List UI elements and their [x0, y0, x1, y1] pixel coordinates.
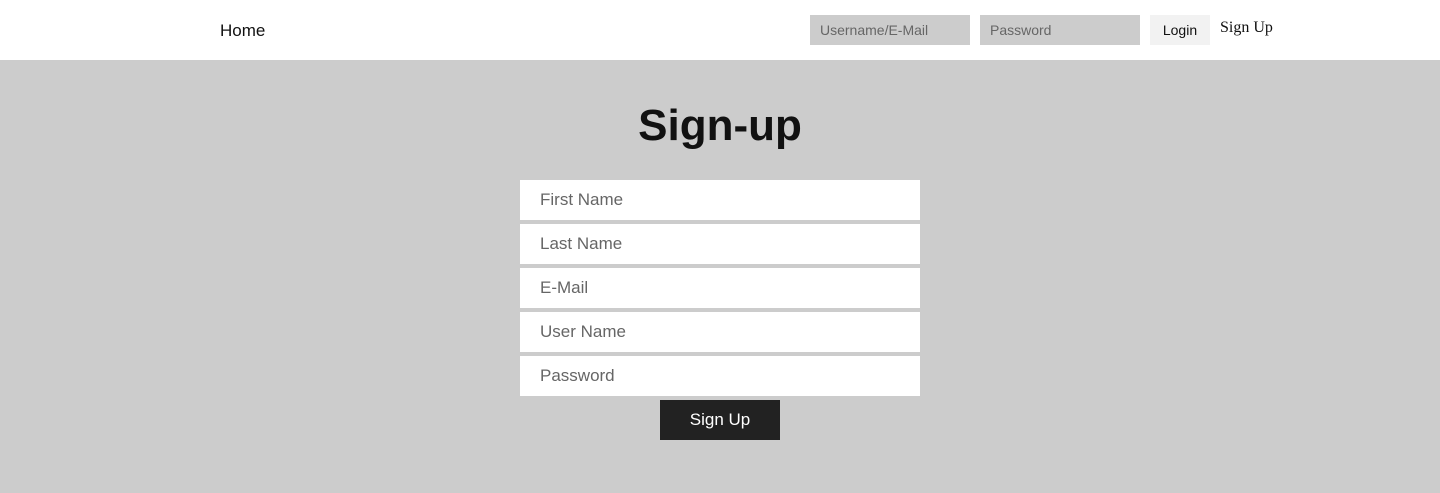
username-input[interactable] — [520, 312, 920, 352]
top-navbar: Home Login Sign Up — [0, 0, 1440, 60]
password-input[interactable] — [520, 356, 920, 396]
first-name-input[interactable] — [520, 180, 920, 220]
login-button[interactable]: Login — [1150, 15, 1210, 45]
login-password-input[interactable] — [980, 15, 1140, 45]
signup-link[interactable]: Sign Up — [1220, 18, 1273, 38]
signup-submit-button[interactable]: Sign Up — [660, 400, 780, 440]
email-input[interactable] — [520, 268, 920, 308]
last-name-input[interactable] — [520, 224, 920, 264]
home-link[interactable]: Home — [220, 21, 265, 41]
login-username-input[interactable] — [810, 15, 970, 45]
page-title: Sign-up — [638, 101, 802, 150]
